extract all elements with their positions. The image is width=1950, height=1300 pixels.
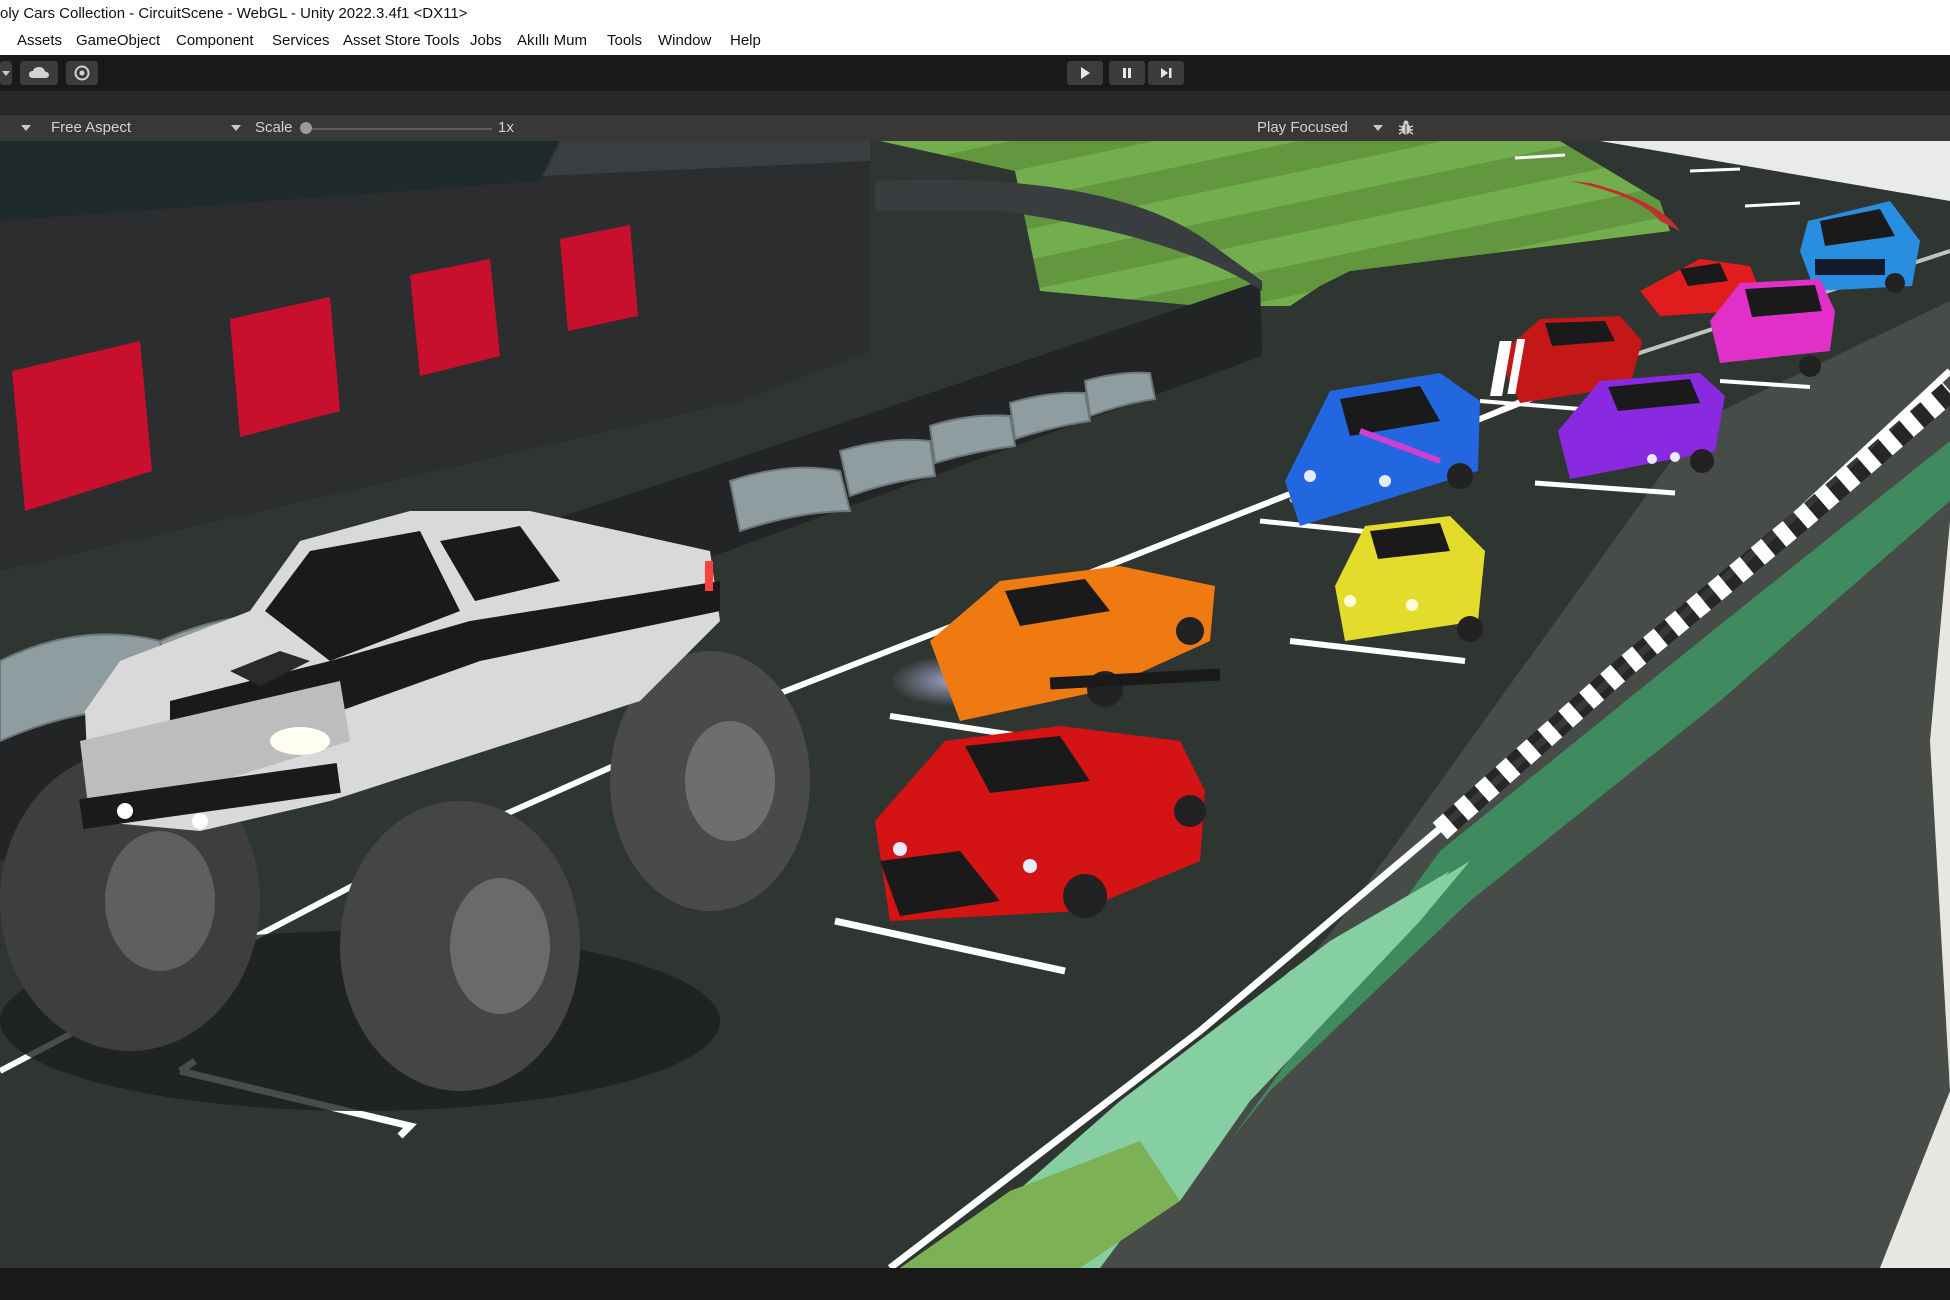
menu-jobs[interactable]: Jobs (470, 32, 502, 49)
scale-slider-track[interactable] (306, 128, 492, 130)
menu-services[interactable]: Services (272, 32, 330, 49)
window-title: oly Cars Collection - CircuitScene - Web… (0, 5, 468, 22)
step-icon (1161, 68, 1172, 78)
game-viewport[interactable] (0, 141, 1950, 1268)
garage-door (560, 225, 638, 331)
scale-value: 1x (498, 119, 514, 136)
step-button[interactable] (1148, 61, 1184, 85)
aspect-dropdown[interactable]: Free Aspect (51, 119, 131, 136)
window-titlebar: oly Cars Collection - CircuitScene - Web… (0, 0, 1950, 28)
scale-slider-handle[interactable] (300, 122, 312, 134)
menu-tools[interactable]: Tools (607, 32, 642, 49)
menu-bar: Assets GameObject Component Services Ass… (0, 28, 1950, 55)
menu-assets[interactable]: Assets (17, 32, 62, 49)
garage-door (410, 259, 500, 376)
main-toolbar (0, 55, 1950, 91)
menu-window[interactable]: Window (658, 32, 711, 49)
account-dropdown[interactable] (0, 61, 12, 85)
menu-gameobject[interactable]: GameObject (76, 32, 160, 49)
scene-render (0, 141, 1950, 1268)
game-tab-strip (0, 91, 1950, 114)
bug-icon[interactable] (1397, 119, 1415, 137)
game-view-toolbar: Free Aspect Scale 1x Play Focused (0, 114, 1950, 143)
cloud-button[interactable] (20, 61, 58, 85)
collab-icon (74, 65, 90, 81)
chevron-down-icon[interactable] (1372, 123, 1384, 133)
play-mode-dropdown[interactable]: Play Focused (1257, 119, 1348, 136)
chevron-down-icon[interactable] (230, 123, 242, 133)
menu-akilli-mum[interactable]: Akıllı Mum (517, 32, 587, 49)
display-dropdown-icon[interactable] (20, 123, 32, 133)
scale-label: Scale (255, 119, 293, 136)
collab-button[interactable] (66, 61, 98, 85)
menu-help[interactable]: Help (730, 32, 761, 49)
menu-asset-store-tools[interactable]: Asset Store Tools (343, 32, 459, 49)
play-button[interactable] (1067, 61, 1103, 85)
pause-button[interactable] (1109, 61, 1145, 85)
chevron-down-icon (2, 71, 10, 76)
status-bar (0, 1268, 1950, 1300)
menu-component[interactable]: Component (176, 32, 254, 49)
cloud-icon (29, 67, 49, 78)
pause-icon (1123, 68, 1131, 78)
play-icon (1081, 67, 1090, 79)
